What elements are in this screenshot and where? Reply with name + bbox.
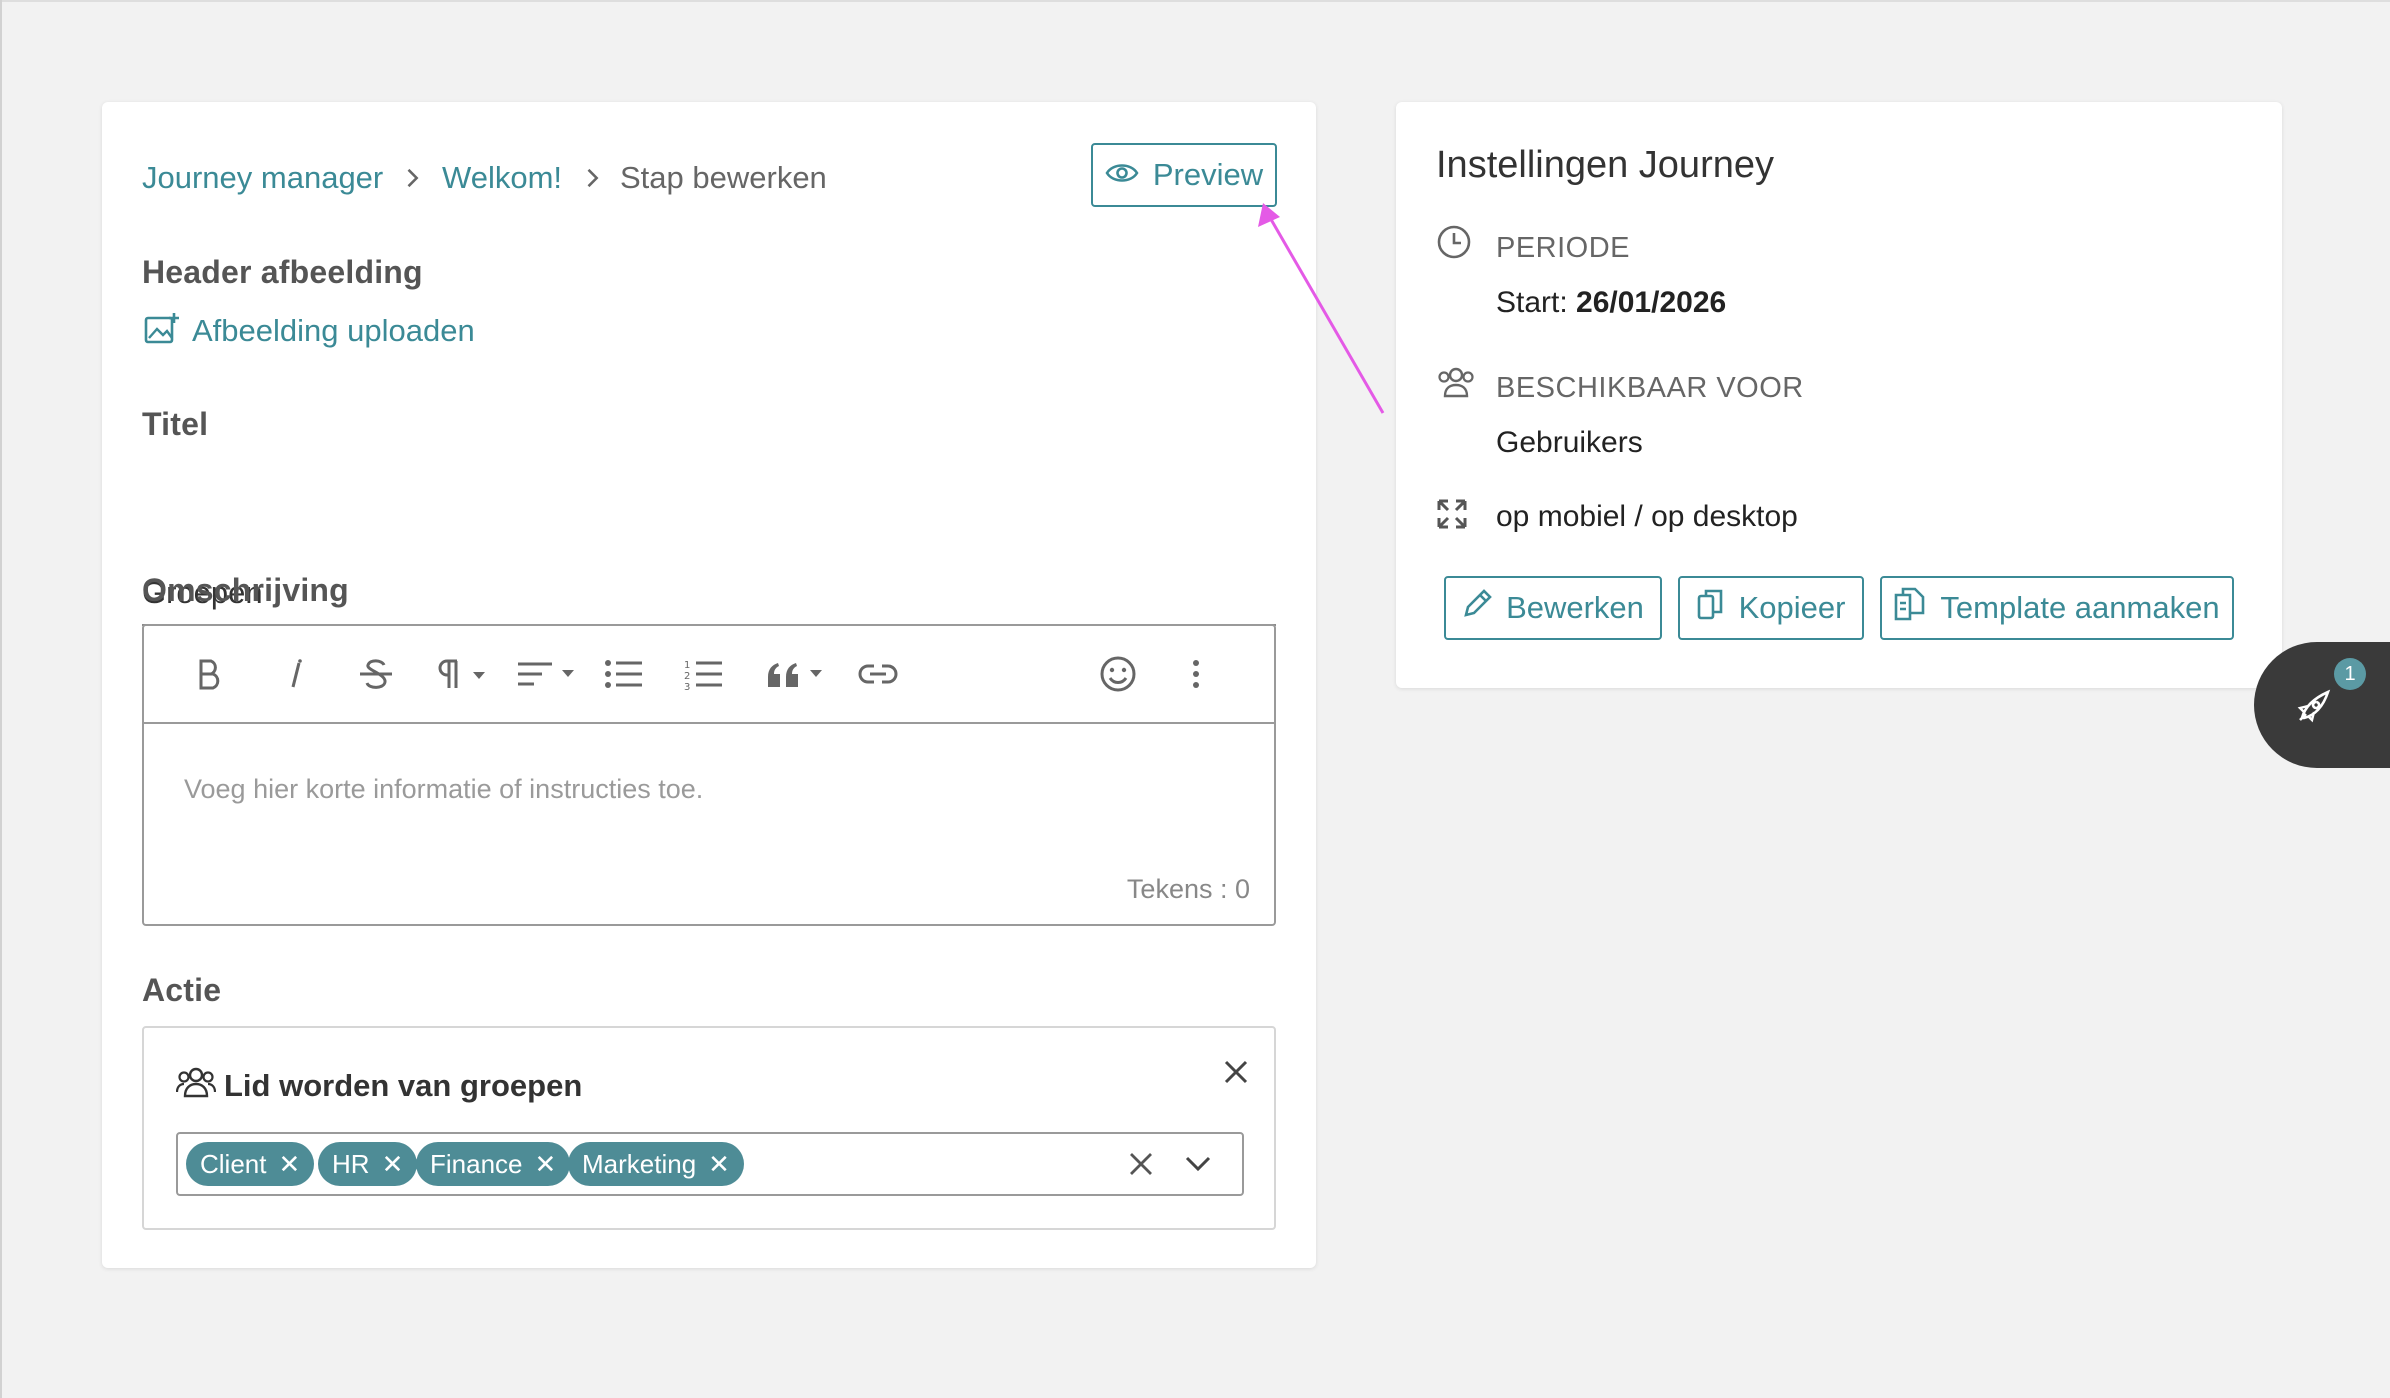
breadcrumb-welkom[interactable]: Welkom!	[442, 158, 562, 198]
svg-text:2: 2	[684, 671, 690, 682]
chevron-right-icon	[398, 164, 426, 192]
strikethrough-icon[interactable]	[356, 650, 396, 698]
chip-remove-icon[interactable]: ✕	[278, 1149, 300, 1180]
action-box: Lid worden van groepen Client ✕ HR ✕ Finan…	[142, 1026, 1276, 1230]
create-template-button-label: Template aanmaken	[1940, 590, 2220, 625]
title-label: Titel	[142, 406, 209, 442]
chip-remove-icon[interactable]: ✕	[382, 1149, 404, 1180]
action-title: Lid worden van groepen	[224, 1068, 583, 1103]
chip-label: Marketing	[582, 1148, 697, 1179]
preview-button-label: Preview	[1152, 157, 1264, 192]
window-top-border	[0, 0, 2390, 2]
chip-label: HR	[332, 1148, 370, 1179]
paragraph-icon[interactable]	[434, 650, 490, 698]
edit-button[interactable]: Bewerken	[1444, 576, 1662, 640]
breadcrumb-current: Stap bewerken	[620, 160, 827, 195]
svg-text:3: 3	[684, 682, 690, 690]
image-add-icon	[144, 312, 180, 349]
svg-text:1: 1	[684, 660, 690, 671]
upload-image-label: Afbeelding uploaden	[192, 312, 475, 348]
period-prefix: Start:	[1496, 286, 1568, 319]
description-editor[interactable]: 123 Voeg hier korte informatie of instru…	[142, 624, 1276, 926]
window-left-border	[0, 0, 2, 1398]
users-icon	[1436, 366, 1474, 402]
clock-icon	[1436, 224, 1472, 260]
bullet-list-icon[interactable]	[602, 650, 646, 698]
group-multiselect[interactable]: Client ✕ HR ✕ Finance ✕ Marketing ✕	[176, 1132, 1244, 1196]
chip-client: Client ✕	[186, 1142, 315, 1186]
groups-icon	[175, 1064, 217, 1105]
notification-badge: 1	[2334, 658, 2366, 690]
step-editor-card: Journey manager Welkom! Stap bewerken Pr…	[102, 102, 1316, 1268]
rocket-icon	[2294, 686, 2334, 731]
copy-button[interactable]: Kopieer	[1678, 576, 1864, 640]
available-value: Gebruikers	[1496, 426, 1643, 459]
chevron-right-icon	[578, 164, 606, 192]
chip-remove-icon[interactable]: ✕	[535, 1149, 557, 1180]
editor-placeholder: Voeg hier korte informatie of instructie…	[184, 774, 704, 804]
align-icon[interactable]	[516, 650, 580, 698]
period-value: Start: 26/01/2026	[1496, 286, 1726, 320]
expand-icon	[1436, 498, 1472, 534]
eye-icon	[1105, 157, 1139, 193]
more-vertical-icon[interactable]	[1180, 650, 1212, 698]
onboarding-rocket-button[interactable]: 1	[2254, 642, 2390, 768]
template-icon	[1894, 587, 1926, 629]
pencil-icon	[1462, 589, 1492, 627]
upload-image-link[interactable]: Afbeelding uploaden	[144, 312, 475, 349]
period-label: PERIODE	[1496, 232, 1631, 264]
clear-all-icon[interactable]	[1128, 1151, 1154, 1182]
chip-finance: Finance ✕	[416, 1142, 571, 1186]
journey-settings-card: Instellingen Journey PERIODE Start: 26/0…	[1396, 102, 2282, 688]
remove-action-icon[interactable]	[1222, 1058, 1250, 1091]
copy-button-label: Kopieer	[1738, 590, 1846, 625]
device-value: op mobiel / op desktop	[1496, 500, 1798, 533]
settings-title: Instellingen Journey	[1436, 144, 1774, 186]
copy-icon	[1697, 588, 1725, 628]
annotation-arrow	[1258, 203, 1385, 414]
header-image-label: Header afbeelding	[142, 254, 423, 290]
period-date: 26/01/2026	[1576, 286, 1727, 319]
emoji-icon[interactable]	[1096, 650, 1140, 698]
description-label: Omschrijving	[142, 572, 349, 608]
available-label: BESCHIKBAAR VOOR	[1496, 372, 1804, 404]
action-label: Actie	[142, 972, 222, 1008]
quote-icon[interactable]	[764, 650, 828, 698]
chip-label: Client	[200, 1148, 267, 1179]
editor-toolbar: 123	[144, 626, 1274, 724]
italic-icon[interactable]	[276, 650, 316, 698]
chip-marketing: Marketing ✕	[568, 1142, 744, 1186]
chip-remove-icon[interactable]: ✕	[708, 1149, 730, 1180]
bold-icon[interactable]	[190, 650, 230, 698]
chip-hr: HR ✕	[318, 1142, 418, 1186]
breadcrumb-journey-manager[interactable]: Journey manager	[142, 158, 383, 198]
link-icon[interactable]	[856, 650, 900, 698]
chip-label: Finance	[430, 1148, 523, 1179]
chevron-down-icon[interactable]	[1184, 1154, 1212, 1179]
edit-button-label: Bewerken	[1506, 590, 1644, 625]
char-count: Tekens : 0	[1126, 874, 1250, 904]
numbered-list-icon[interactable]: 123	[682, 650, 726, 698]
create-template-button[interactable]: Template aanmaken	[1880, 576, 2234, 640]
